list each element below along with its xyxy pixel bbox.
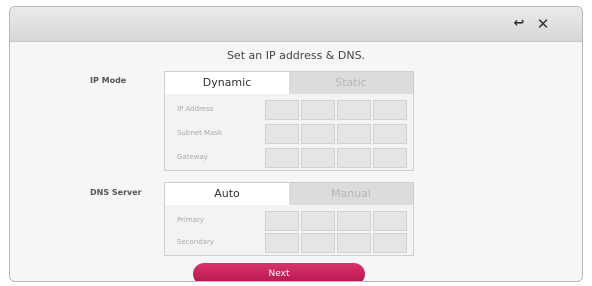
octet-input[interactable]	[373, 148, 407, 168]
octet-input[interactable]	[301, 211, 335, 231]
octet-input[interactable]	[265, 233, 299, 253]
tab-manual[interactable]: Manual	[289, 183, 413, 205]
ip-mode-label: IP Mode	[90, 76, 127, 85]
gateway-field[interactable]	[265, 148, 409, 168]
octet-input[interactable]	[373, 124, 407, 144]
page-title: Set an IP address & DNS.	[226, 49, 366, 62]
network-settings-screen: ↩ ✕ Set an IP address & DNS. IP Mode Dyn…	[9, 6, 583, 282]
octet-input[interactable]	[337, 124, 371, 144]
next-button[interactable]: Next	[193, 263, 365, 281]
primary-label: Primary	[177, 216, 205, 224]
ip-address-label: IP Address	[177, 105, 214, 113]
subnet-mask-label: Subnet Mask	[177, 129, 223, 137]
octet-input[interactable]	[337, 211, 371, 231]
ip-address-row: IP Address	[165, 98, 413, 122]
dns-server-label: DNS Server	[90, 188, 142, 197]
tab-auto[interactable]: Auto	[165, 183, 289, 205]
dns-server-tabs: Auto Manual	[165, 183, 413, 205]
gateway-label: Gateway	[177, 153, 208, 161]
octet-input[interactable]	[301, 100, 335, 120]
secondary-label: Secondary	[177, 238, 215, 246]
octet-input[interactable]	[373, 211, 407, 231]
octet-input[interactable]	[337, 148, 371, 168]
ip-mode-tabs: Dynamic Static	[165, 72, 413, 94]
gateway-row: Gateway	[165, 146, 413, 170]
octet-input[interactable]	[265, 211, 299, 231]
secondary-dns-field[interactable]	[265, 233, 409, 253]
tab-dynamic[interactable]: Dynamic	[165, 72, 289, 94]
back-arrow-icon[interactable]: ↩	[510, 15, 528, 33]
octet-input[interactable]	[337, 100, 371, 120]
ip-address-field[interactable]	[265, 100, 409, 120]
tab-static[interactable]: Static	[289, 72, 413, 94]
title-bar: ↩ ✕	[10, 7, 582, 42]
octet-input[interactable]	[265, 100, 299, 120]
octet-input[interactable]	[337, 233, 371, 253]
octet-input[interactable]	[301, 124, 335, 144]
primary-row: Primary	[165, 209, 413, 233]
dns-server-panel: Auto Manual Primary Secondary	[164, 182, 414, 256]
close-icon[interactable]: ✕	[534, 15, 552, 33]
primary-dns-field[interactable]	[265, 211, 409, 231]
octet-input[interactable]	[373, 100, 407, 120]
octet-input[interactable]	[373, 233, 407, 253]
octet-input[interactable]	[265, 148, 299, 168]
ip-mode-panel: Dynamic Static IP Address Subnet Mask Ga…	[164, 71, 414, 171]
subnet-mask-field[interactable]	[265, 124, 409, 144]
octet-input[interactable]	[265, 124, 299, 144]
octet-input[interactable]	[301, 233, 335, 253]
secondary-row: Secondary	[165, 231, 413, 255]
subnet-mask-row: Subnet Mask	[165, 122, 413, 146]
octet-input[interactable]	[301, 148, 335, 168]
